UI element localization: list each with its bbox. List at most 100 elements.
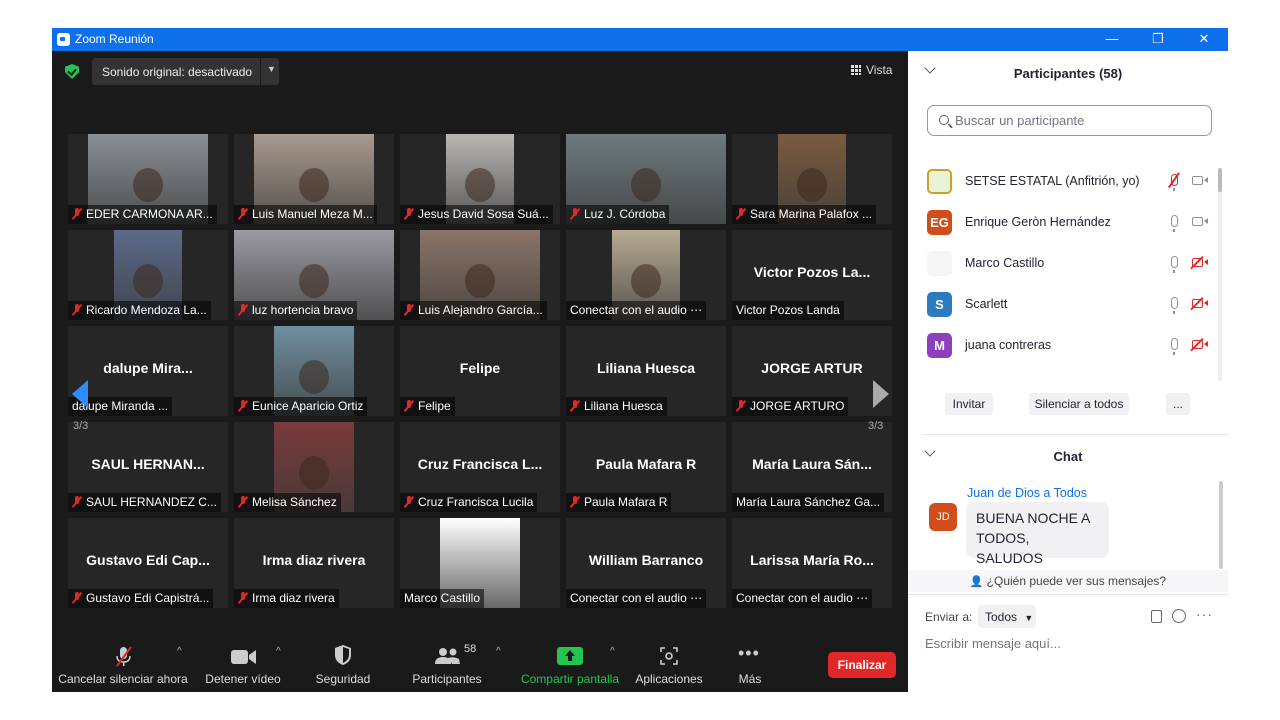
participant-name: Conectar con el audio ⋯ [570, 303, 703, 317]
participant-name: Paula Mafara R [584, 495, 668, 509]
chat-message-input[interactable]: Escribir mensaje aquí... [925, 636, 1061, 651]
video-tile[interactable]: Eunice Aparicio Ortiz [234, 326, 394, 416]
participant-row[interactable]: Mjuana contreras [927, 333, 1217, 359]
emoji-icon[interactable] [1172, 609, 1186, 623]
next-page-arrow-icon[interactable] [873, 380, 889, 408]
video-camera-icon[interactable] [1192, 217, 1208, 226]
window-title: Zoom Reunión [75, 32, 154, 46]
more-button[interactable]: ••• Más [722, 641, 778, 692]
more-dots-icon: ••• [738, 643, 760, 663]
muted-mic-icon [570, 496, 580, 508]
participant-search-input[interactable]: Buscar un participante [927, 105, 1212, 136]
video-tile[interactable]: Jesus David Sosa Suá... [400, 134, 560, 224]
security-button[interactable]: Seguridad [308, 641, 378, 692]
video-off-icon[interactable] [1192, 340, 1208, 349]
mic-icon[interactable] [1171, 256, 1178, 273]
chat-more-icon[interactable]: ··· [1196, 606, 1213, 622]
participant-name-label: JORGE ARTURO [732, 397, 849, 416]
video-tile[interactable]: Victor Pozos La... Victor Pozos Landa [732, 230, 892, 320]
apps-button[interactable]: Aplicaciones [632, 641, 706, 692]
video-tile[interactable]: Luis Alejandro García... [400, 230, 560, 320]
mic-icon[interactable] [1171, 297, 1178, 314]
avatar: S [927, 292, 952, 317]
avatar: M [927, 333, 952, 358]
video-tile[interactable]: Marco Castillo [400, 518, 560, 608]
participant-name-label: Gustavo Edi Capistrá... [68, 589, 214, 608]
restore-button[interactable]: ❐ [1135, 28, 1181, 51]
participant-name-label: SAUL HERNANDEZ C... [68, 493, 221, 512]
video-tile[interactable]: dalupe Mira... dalupe Miranda ... [68, 326, 228, 416]
participants-scroll-thumb[interactable] [1218, 168, 1222, 192]
video-options-caret-icon[interactable]: ^ [276, 646, 281, 657]
video-tile[interactable]: Paula Mafara R Paula Mafara R [566, 422, 726, 512]
participant-name-label: Luis Manuel Meza M... [234, 205, 377, 224]
video-tile[interactable]: Ricardo Mendoza La... [68, 230, 228, 320]
muted-mic-icon [238, 400, 248, 412]
avatar: JD [929, 503, 957, 531]
file-icon[interactable] [1151, 610, 1162, 623]
minimize-button[interactable]: — [1089, 28, 1135, 51]
video-tile[interactable]: EDER CARMONA AR... [68, 134, 228, 224]
participants-more-button[interactable]: ... [1166, 393, 1190, 415]
video-tile[interactable]: Larissa María Ro... Conectar con el audio… [732, 518, 892, 608]
participants-button[interactable]: 58 Participantes [407, 641, 487, 692]
participant-row[interactable]: S Scarlett [927, 292, 1217, 318]
mic-icon[interactable] [1171, 338, 1178, 355]
video-tile[interactable]: Liliana Huesca Liliana Huesca [566, 326, 726, 416]
stop-video-button[interactable]: Detener vídeo [198, 641, 288, 692]
video-tile[interactable]: Irma diaz rivera Irma diaz rivera [234, 518, 394, 608]
send-to-select[interactable]: Todos ▼ [978, 605, 1036, 628]
video-tile[interactable]: William Barranco Conectar con el audio ⋯ [566, 518, 726, 608]
video-tile[interactable]: luz hortencia bravo [234, 230, 394, 320]
participants-options-caret-icon[interactable]: ^ [496, 646, 501, 657]
participant-name: juana contreras [965, 338, 1052, 352]
participant-row[interactable]: SETSE ESTATAL (Anfitrión, yo) [927, 169, 1217, 195]
avatar: EG [927, 210, 952, 235]
muted-mic-icon [238, 496, 248, 508]
video-tile[interactable]: Cruz Francisca L... Cruz Francisca Lucila [400, 422, 560, 512]
video-tile[interactable]: Sara Marina Palafox ... [732, 134, 892, 224]
video-tile[interactable]: Luis Manuel Meza M... [234, 134, 394, 224]
close-button[interactable]: ✕ [1181, 28, 1227, 51]
mute-all-button[interactable]: Silenciar a todos [1029, 393, 1129, 415]
caret-down-icon[interactable]: ▼ [267, 64, 276, 74]
participant-name-label: Luis Alejandro García... [400, 301, 547, 320]
participant-name-label: Luz J. Córdoba [566, 205, 670, 224]
muted-mic-icon [72, 592, 82, 604]
participants-scrollbar[interactable] [1218, 168, 1222, 381]
encryption-shield-icon[interactable] [65, 64, 79, 79]
invite-button[interactable]: Invitar [945, 393, 993, 415]
view-button[interactable]: Vista [846, 58, 900, 82]
apps-icon [660, 647, 678, 665]
video-tile[interactable]: Gustavo Edi Cap... Gustavo Edi Capistrá..… [68, 518, 228, 608]
muted-mic-icon [72, 208, 82, 220]
video-tile[interactable]: JORGE ARTUR JORGE ARTURO [732, 326, 892, 416]
share-options-caret-icon[interactable]: ^ [610, 646, 615, 657]
video-camera-icon[interactable] [1192, 176, 1208, 185]
muted-mic-icon [72, 304, 82, 316]
participant-row[interactable]: Marco Castillo [927, 251, 1217, 277]
chat-scrollbar[interactable] [1219, 481, 1223, 569]
video-tile[interactable]: Felipe Felipe [400, 326, 560, 416]
video-tile[interactable]: Conectar con el audio ⋯ [566, 230, 726, 320]
video-tile[interactable]: María Laura Sán... María Laura Sánchez Ga… [732, 422, 892, 512]
end-meeting-button[interactable]: Finalizar [828, 652, 896, 678]
share-screen-button[interactable]: Compartir pantalla [518, 641, 622, 692]
mic-icon[interactable] [1171, 215, 1178, 232]
video-off-icon[interactable] [1192, 299, 1208, 308]
unmute-button[interactable]: Cancelar silenciar ahora [58, 641, 188, 692]
participant-name-label: Melisa Sánchez [234, 493, 341, 512]
video-tile[interactable]: Melisa Sánchez [234, 422, 394, 512]
participant-name-label: EDER CARMONA AR... [68, 205, 217, 224]
participant-display-name: SAUL HERNAN... [91, 456, 205, 472]
audio-options-caret-icon[interactable]: ^ [177, 646, 182, 657]
video-tile[interactable]: Luz J. Córdoba [566, 134, 726, 224]
video-tile[interactable]: SAUL HERNAN... SAUL HERNANDEZ C... [68, 422, 228, 512]
original-sound-button[interactable]: Sonido original: desactivado ▼ [92, 58, 279, 85]
who-can-see-link[interactable]: 👤 ¿Quién puede ver sus mensajes? [908, 570, 1228, 592]
muted-mic-icon[interactable] [1171, 174, 1178, 191]
previous-page-arrow-icon[interactable] [72, 380, 88, 408]
share-screen-label: Compartir pantalla [520, 672, 620, 686]
participant-row[interactable]: EG Enrique Geròn Hernández [927, 210, 1217, 236]
video-off-icon[interactable] [1192, 258, 1208, 267]
